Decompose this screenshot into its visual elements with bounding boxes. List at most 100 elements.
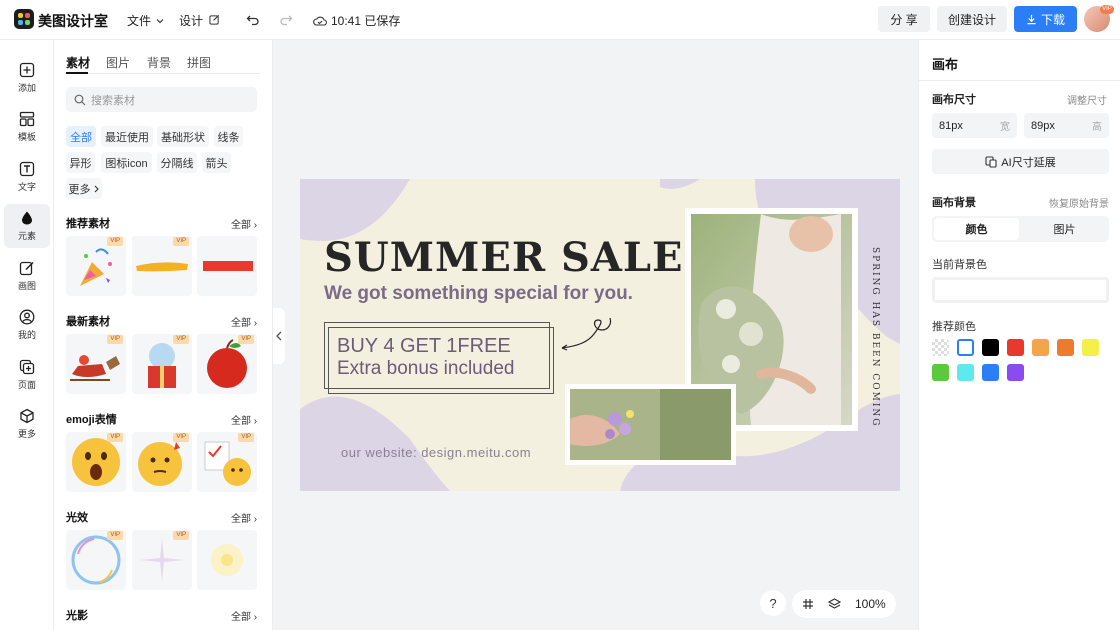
rail-item-elements[interactable]: 元素 — [4, 204, 50, 248]
view-controls: 100% — [792, 590, 896, 618]
chip-all[interactable]: 全部 — [66, 126, 96, 147]
swatch-white[interactable] — [957, 339, 974, 356]
tab-assets[interactable]: 素材 — [66, 54, 90, 71]
tab-collage[interactable]: 拼图 — [187, 54, 211, 71]
asset-thumb[interactable]: VIP — [197, 334, 257, 394]
asset-thumb[interactable]: VIP — [132, 334, 192, 394]
vip-badge: VIP — [173, 335, 189, 344]
collapse-panel-button[interactable] — [273, 308, 285, 364]
canvas-size-label: 画布尺寸 — [932, 94, 976, 106]
vertical-tagline[interactable]: SPRING HAS BEEN COMING — [870, 247, 880, 427]
asset-thumb[interactable]: VIP — [66, 334, 126, 394]
pencil-icon — [19, 261, 34, 276]
create-design-button[interactable]: 创建设计 — [937, 6, 1007, 32]
asset-thumb[interactable]: VIP — [66, 236, 126, 296]
see-all-link[interactable]: 全部 › — [231, 314, 257, 329]
photo-flower-hand[interactable] — [565, 384, 736, 465]
rail-label: 更多 — [17, 429, 36, 439]
help-button[interactable]: ? — [760, 590, 786, 616]
chip-more-label: 更多 — [68, 183, 91, 196]
plus-square-icon — [19, 62, 35, 78]
swatch-cyan[interactable] — [957, 364, 974, 381]
asset-thumb[interactable]: VIP — [66, 530, 126, 590]
top-bar: 美图设计室 文件 设计 10:41 已保存 分 享 创建设计 下载 VIP — [0, 0, 1120, 40]
chevron-down-icon — [156, 19, 164, 24]
rail-label: 文字 — [17, 182, 36, 192]
tab-image[interactable]: 图片 — [1022, 218, 1107, 240]
asset-thumb[interactable]: VIP — [132, 432, 192, 492]
app-name[interactable]: 美图设计室 — [38, 11, 108, 31]
app-logo-icon[interactable] — [14, 9, 34, 29]
search-input[interactable]: 搜索素材 — [66, 87, 257, 112]
chip-irregular[interactable]: 异形 — [66, 152, 95, 173]
tab-images[interactable]: 图片 — [106, 54, 130, 71]
file-menu-label: 文件 — [127, 14, 152, 28]
current-color-field[interactable] — [932, 277, 1109, 303]
swatch-black[interactable] — [982, 339, 999, 356]
section-title-newest: 最新素材 — [66, 316, 110, 328]
swatch-blue[interactable] — [982, 364, 999, 381]
layers-icon[interactable] — [828, 598, 841, 610]
see-all-link[interactable]: 全部 › — [231, 412, 257, 427]
swatch-red[interactable] — [1007, 339, 1024, 356]
redo-icon[interactable] — [276, 10, 296, 30]
swatch-light-orange[interactable] — [1032, 339, 1049, 356]
website-text[interactable]: our website: design.meitu.com — [341, 445, 531, 460]
chip-more[interactable]: 更多 — [66, 178, 102, 199]
swatch-purple[interactable] — [1007, 364, 1024, 381]
asset-thumb[interactable]: VIP — [132, 236, 192, 296]
see-all-link[interactable]: 全部 › — [231, 608, 257, 623]
file-menu[interactable]: 文件 — [127, 12, 164, 29]
rail-item-template[interactable]: 模板 — [4, 105, 50, 149]
swatch-green[interactable] — [932, 364, 949, 381]
ai-resize-button[interactable]: AI尺寸延展 — [932, 149, 1109, 174]
chip-lines[interactable]: 线条 — [214, 126, 243, 147]
swatch-yellow[interactable] — [1082, 339, 1099, 356]
asset-thumb[interactable]: VIP — [197, 432, 257, 492]
chip-icons[interactable]: 图标icon — [101, 152, 152, 173]
vip-badge: VIP — [173, 433, 189, 442]
asset-thumb[interactable] — [197, 530, 257, 590]
undo-icon[interactable] — [243, 10, 263, 30]
rail-item-pages[interactable]: 页面 — [4, 353, 50, 397]
zoom-level[interactable]: 100% — [855, 597, 886, 611]
tab-backgrounds[interactable]: 背景 — [147, 54, 171, 71]
chip-dividers[interactable]: 分隔线 — [157, 152, 197, 173]
offer-line-2[interactable]: Extra bonus included — [337, 358, 514, 380]
design-menu[interactable]: 设计 — [179, 12, 220, 29]
chip-recent[interactable]: 最近使用 — [101, 126, 153, 147]
offer-line-1[interactable]: BUY 4 GET 1FREE — [337, 335, 511, 358]
vip-badge: VIP — [107, 237, 123, 246]
height-field[interactable]: 89px 高 — [1024, 113, 1109, 138]
download-button[interactable]: 下载 — [1014, 6, 1077, 32]
see-all-link[interactable]: 全部 › — [231, 216, 257, 231]
rail-item-text[interactable]: 文字 — [4, 155, 50, 199]
template-icon — [19, 111, 35, 127]
canvas-artboard[interactable]: SUMMER SALE We got something special for… — [300, 179, 900, 491]
swatch-transparent[interactable] — [932, 339, 949, 356]
tab-color[interactable]: 颜色 — [934, 218, 1019, 240]
download-label: 下载 — [1040, 12, 1065, 27]
edit-icon — [209, 14, 220, 25]
chevron-left-icon — [276, 331, 282, 341]
width-field[interactable]: 81px 宽 — [932, 113, 1017, 138]
left-rail: 添加 模板 文字 元素 画图 我的 页面 更多 — [0, 40, 54, 630]
chip-arrows[interactable]: 箭头 — [202, 152, 231, 173]
share-button[interactable]: 分 享 — [878, 6, 930, 32]
flower-hand-photo-image — [570, 389, 731, 460]
swatch-orange[interactable] — [1057, 339, 1074, 356]
restore-bg-link[interactable]: 恢复原始背景 — [1049, 195, 1109, 210]
asset-thumb[interactable]: VIP — [132, 530, 192, 590]
chip-basic-shapes[interactable]: 基础形状 — [157, 126, 209, 147]
grid-icon[interactable] — [802, 598, 814, 610]
asset-thumb[interactable]: VIP — [66, 432, 126, 492]
rail-item-add[interactable]: 添加 — [4, 56, 50, 100]
headline[interactable]: SUMMER SALE — [324, 234, 684, 281]
rail-item-more[interactable]: 更多 — [4, 402, 50, 446]
rail-item-mine[interactable]: 我的 — [4, 303, 50, 347]
subheadline[interactable]: We got something special for you. — [324, 283, 633, 305]
adjust-size-link[interactable]: 调整尺寸 — [1067, 92, 1107, 107]
asset-thumb[interactable] — [197, 236, 257, 296]
rail-item-draw[interactable]: 画图 — [4, 254, 50, 298]
see-all-link[interactable]: 全部 › — [231, 510, 257, 525]
